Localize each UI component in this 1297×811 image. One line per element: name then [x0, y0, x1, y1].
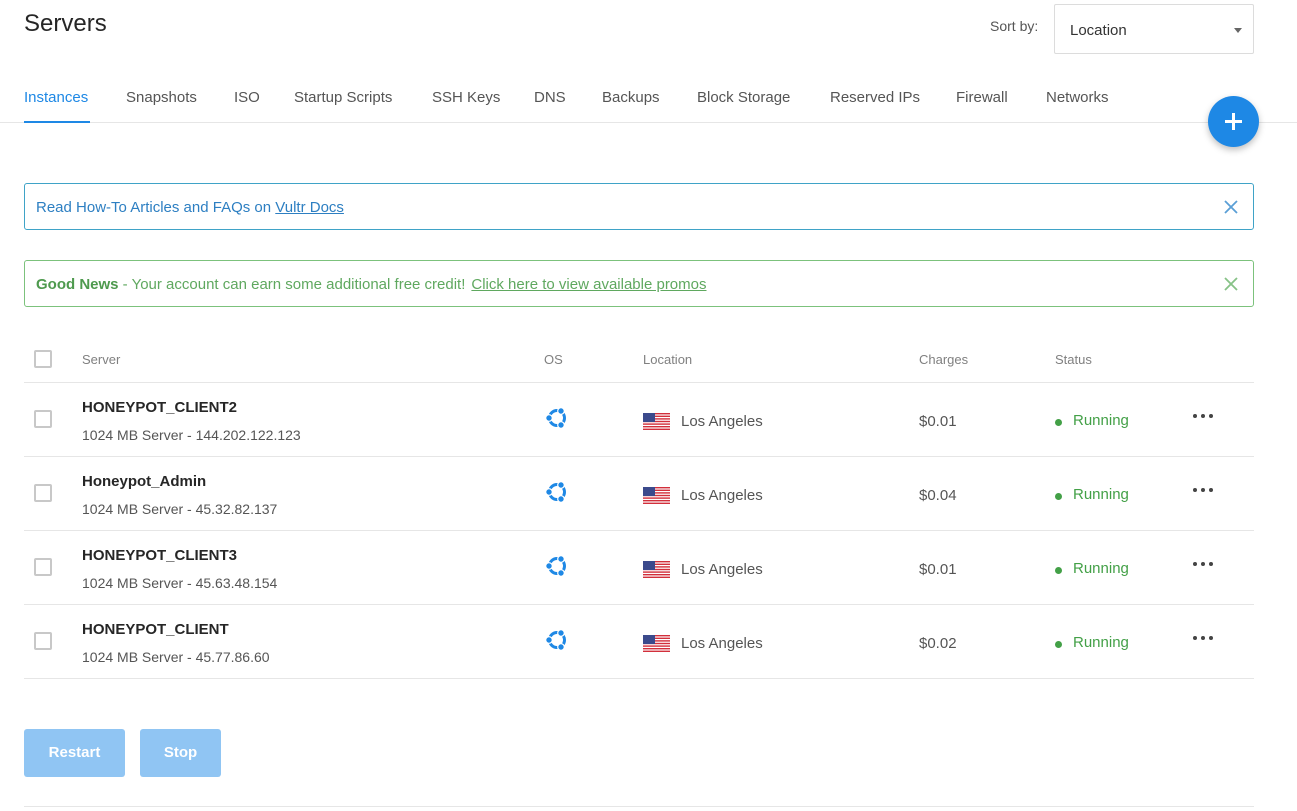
row-checkbox[interactable] — [34, 558, 52, 576]
table-row[interactable]: HONEYPOT_CLIENT3 1024 MB Server - 45.63.… — [24, 531, 1254, 605]
caret-down-icon — [1234, 28, 1242, 33]
server-location: Los Angeles — [681, 413, 763, 430]
close-icon[interactable] — [1224, 200, 1238, 214]
promo-banner-title: Good News — [36, 276, 119, 293]
sort-select[interactable]: Location — [1054, 4, 1254, 54]
tab-iso[interactable]: ISO — [234, 89, 260, 123]
sort-label: Sort by: — [990, 18, 1039, 34]
sort-select-value: Location — [1070, 22, 1127, 39]
add-server-button[interactable] — [1208, 96, 1259, 147]
tab-firewall[interactable]: Firewall — [956, 89, 1008, 123]
server-detail: 1024 MB Server - 45.77.86.60 — [82, 649, 270, 665]
ubuntu-icon — [545, 407, 566, 429]
column-charges: Charges — [919, 352, 969, 367]
tab-block-storage[interactable]: Block Storage — [697, 89, 790, 123]
status-badge: Running — [1073, 412, 1129, 429]
status-dot — [1055, 493, 1062, 500]
server-charges: $0.04 — [919, 487, 957, 504]
docs-banner: Read How-To Articles and FAQs on Vultr D… — [24, 183, 1254, 230]
promo-banner: Good News - Your account can earn some a… — [24, 260, 1254, 307]
more-options-icon[interactable] — [1192, 630, 1214, 646]
us-flag-icon — [643, 561, 670, 578]
select-all-checkbox[interactable] — [34, 350, 52, 368]
status-badge: Running — [1073, 560, 1129, 577]
ubuntu-icon — [545, 555, 566, 577]
server-detail: 1024 MB Server - 45.63.48.154 — [82, 575, 278, 591]
us-flag-icon — [643, 413, 670, 430]
tab-dns[interactable]: DNS — [534, 89, 566, 123]
table-row[interactable]: HONEYPOT_CLIENT2 1024 MB Server - 144.20… — [24, 383, 1254, 457]
status-badge: Running — [1073, 486, 1129, 503]
status-dot — [1055, 419, 1062, 426]
server-name[interactable]: HONEYPOT_CLIENT2 — [82, 399, 237, 416]
row-checkbox[interactable] — [34, 484, 52, 502]
restart-button[interactable]: Restart — [24, 729, 125, 777]
tab-snapshots[interactable]: Snapshots — [126, 89, 197, 123]
column-status: Status — [1055, 352, 1092, 367]
column-os: OS — [544, 352, 563, 367]
tab-networks[interactable]: Networks — [1046, 89, 1109, 123]
server-charges: $0.01 — [919, 413, 957, 430]
servers-table: Server OS Location Charges Status HONEYP… — [24, 336, 1254, 679]
tab-backups[interactable]: Backups — [602, 89, 660, 123]
server-charges: $0.02 — [919, 635, 957, 652]
vultr-docs-link[interactable]: Vultr Docs — [275, 199, 344, 216]
status-dot — [1055, 641, 1062, 648]
more-options-icon[interactable] — [1192, 408, 1214, 424]
tab-bar: Instances Snapshots ISO Startup Scripts … — [0, 86, 1297, 123]
row-checkbox[interactable] — [34, 410, 52, 428]
us-flag-icon — [643, 487, 670, 504]
row-checkbox[interactable] — [34, 632, 52, 650]
status-dot — [1055, 567, 1062, 574]
status-badge: Running — [1073, 634, 1129, 651]
server-charges: $0.01 — [919, 561, 957, 578]
table-row[interactable]: Honeypot_Admin 1024 MB Server - 45.32.82… — [24, 457, 1254, 531]
table-row[interactable]: HONEYPOT_CLIENT 1024 MB Server - 45.77.8… — [24, 605, 1254, 679]
server-location: Los Angeles — [681, 635, 763, 652]
docs-banner-text: Read How-To Articles and FAQs on — [36, 199, 276, 216]
divider — [24, 806, 1254, 807]
table-header: Server OS Location Charges Status — [24, 336, 1254, 383]
server-name[interactable]: HONEYPOT_CLIENT3 — [82, 547, 237, 564]
column-server: Server — [82, 352, 121, 367]
tab-ssh-keys[interactable]: SSH Keys — [432, 89, 500, 123]
close-icon[interactable] — [1224, 277, 1238, 291]
us-flag-icon — [643, 635, 670, 652]
promo-banner-text: - Your account can earn some additional … — [118, 276, 466, 293]
promo-link[interactable]: Click here to view available promos — [471, 276, 706, 293]
server-detail: 1024 MB Server - 144.202.122.123 — [82, 427, 301, 443]
column-location: Location — [643, 352, 693, 367]
more-options-icon[interactable] — [1192, 556, 1214, 572]
server-name[interactable]: HONEYPOT_CLIENT — [82, 621, 229, 638]
page-title: Servers — [24, 10, 107, 37]
tab-reserved-ips[interactable]: Reserved IPs — [830, 89, 920, 123]
more-options-icon[interactable] — [1192, 482, 1214, 498]
ubuntu-icon — [545, 629, 566, 651]
server-location: Los Angeles — [681, 561, 763, 578]
plus-icon — [1225, 113, 1242, 130]
server-detail: 1024 MB Server - 45.32.82.137 — [82, 501, 278, 517]
tab-startup-scripts[interactable]: Startup Scripts — [294, 89, 392, 123]
server-name[interactable]: Honeypot_Admin — [82, 473, 206, 490]
stop-button[interactable]: Stop — [140, 729, 221, 777]
tab-instances[interactable]: Instances — [24, 89, 91, 123]
ubuntu-icon — [545, 481, 566, 503]
server-location: Los Angeles — [681, 487, 763, 504]
